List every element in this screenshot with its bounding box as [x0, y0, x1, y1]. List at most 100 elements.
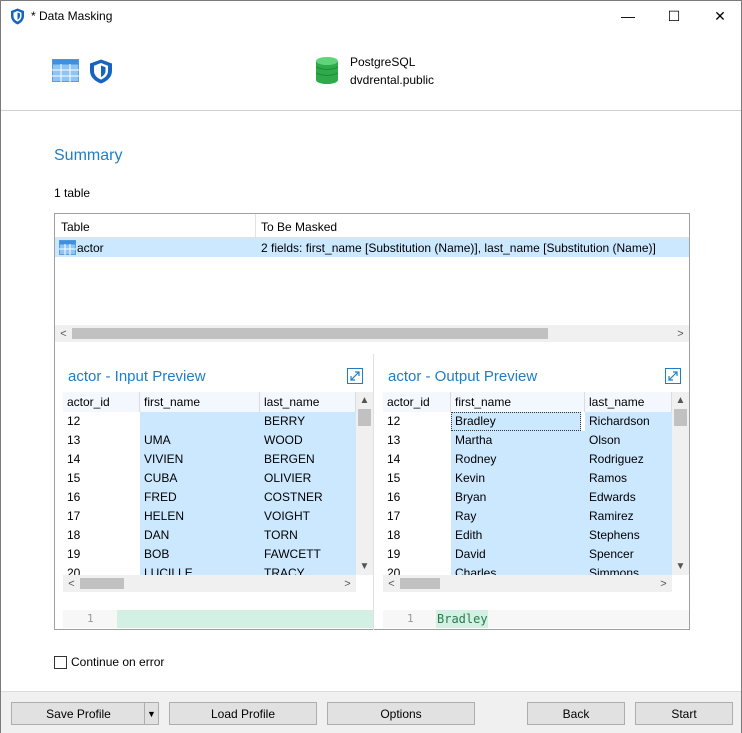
table-row[interactable]: actor 2 fields: first_name [Substitution… [55, 238, 689, 257]
expand-icon[interactable] [665, 368, 681, 384]
table-row[interactable]: 18 DAN TORN [63, 526, 356, 545]
close-button[interactable]: ✕ [697, 1, 742, 31]
title-bar: * Data Masking — ☐ ✕ [1, 1, 741, 31]
scrollbar-thumb[interactable] [72, 328, 548, 339]
column-divider[interactable] [255, 214, 256, 238]
table-row[interactable]: 13 UMA WOOD [63, 431, 356, 450]
first-name-cell: Ray [451, 507, 585, 526]
scroll-right-icon[interactable]: > [655, 575, 672, 592]
actor-id-cell: 18 [387, 528, 401, 542]
last-name-cell: Richardson [585, 412, 672, 431]
table-row[interactable]: 14 VIVIEN BERGEN [63, 450, 356, 469]
load-profile-button[interactable]: Load Profile [169, 702, 317, 725]
column-header-actor-id[interactable]: actor_id [383, 392, 451, 412]
actor-id-cell: 14 [387, 452, 401, 466]
first-name-cell: HELEN [140, 507, 260, 526]
scrollbar-thumb[interactable] [674, 409, 687, 426]
column-header-actor-id[interactable]: actor_id [63, 392, 140, 412]
table-row[interactable]: 12 Bradley Richardson [383, 412, 672, 431]
editor-highlight [117, 610, 373, 628]
output-preview-title: actor - Output Preview [388, 368, 538, 385]
scroll-up-icon[interactable]: ▲ [356, 392, 373, 409]
data-masking-window: * Data Masking — ☐ ✕ PostgreSQL dvdrenta… [0, 0, 742, 733]
expand-icon[interactable] [347, 368, 363, 384]
column-header-first-name[interactable]: first_name [451, 392, 585, 412]
line-number: 1 [87, 612, 94, 625]
save-profile-button[interactable]: Save Profile ▼ [11, 702, 159, 725]
dropdown-arrow-icon[interactable]: ▼ [145, 703, 158, 724]
table-row[interactable]: 14 Rodney Rodriguez [383, 450, 672, 469]
first-name-cell: CUBA [140, 469, 260, 488]
window-title: * Data Masking [31, 9, 113, 23]
continue-on-error-checkbox[interactable] [54, 655, 67, 669]
table-row[interactable]: 13 Martha Olson [383, 431, 672, 450]
scroll-right-icon[interactable]: > [339, 575, 356, 592]
scroll-left-icon[interactable]: < [63, 575, 80, 592]
start-button[interactable]: Start [635, 702, 733, 725]
column-header-last-name[interactable]: last_name [260, 392, 356, 412]
page-title: Summary [54, 147, 123, 164]
maximize-icon: ☐ [667, 7, 681, 24]
first-name-cell: DAN [140, 526, 260, 545]
input-value-editor[interactable]: 1 [63, 610, 373, 628]
scroll-up-icon[interactable]: ▲ [672, 392, 689, 409]
table-icon [59, 240, 76, 255]
output-horizontal-scrollbar[interactable]: < > [383, 575, 672, 592]
database-icon [316, 57, 338, 84]
input-horizontal-scrollbar[interactable]: < > [63, 575, 356, 592]
column-header-to-be-masked[interactable]: To Be Masked [261, 220, 337, 234]
scroll-right-icon[interactable]: > [672, 325, 689, 342]
scrollbar-thumb[interactable] [358, 409, 371, 426]
shield-icon [11, 8, 24, 25]
summary-grid-header: Table To Be Masked [55, 214, 689, 238]
last-name-cell: Spencer [585, 545, 672, 564]
table-row[interactable]: 18 Edith Stephens [383, 526, 672, 545]
column-header-table[interactable]: Table [61, 220, 90, 234]
database-schema: dvdrental.public [350, 73, 435, 87]
maximize-button[interactable]: ☐ [651, 1, 697, 31]
options-button[interactable]: Options [327, 702, 475, 725]
first-name-cell [140, 412, 260, 431]
table-row[interactable]: 19 BOB FAWCETT [63, 545, 356, 564]
scroll-left-icon[interactable]: < [55, 325, 72, 342]
input-grid-header: actor_id first_name last_name [63, 392, 356, 412]
actor-id-cell: 17 [387, 509, 401, 523]
editor-text[interactable]: Bradley [437, 612, 488, 626]
table-row[interactable]: 16 FRED COSTNER [63, 488, 356, 507]
first-name-cell: Kevin [451, 469, 585, 488]
table-row[interactable]: 15 Kevin Ramos [383, 469, 672, 488]
first-name-cell: Rodney [451, 450, 585, 469]
table-icon [52, 59, 79, 82]
column-header-first-name[interactable]: first_name [140, 392, 260, 412]
scrollbar-thumb[interactable] [80, 578, 124, 589]
output-grid-header: actor_id first_name last_name [383, 392, 672, 412]
table-row[interactable]: 12 BERRY [63, 412, 356, 431]
actor-id-cell: 14 [67, 452, 81, 466]
scrollbar-thumb[interactable] [400, 578, 440, 589]
scroll-down-icon[interactable]: ▼ [356, 558, 373, 575]
last-name-cell: Ramos [585, 469, 672, 488]
input-vertical-scrollbar[interactable]: ▲ ▼ [356, 392, 373, 575]
summary-horizontal-scrollbar[interactable]: < > [55, 325, 689, 342]
scroll-down-icon[interactable]: ▼ [672, 558, 689, 575]
table-row[interactable]: 17 Ray Ramirez [383, 507, 672, 526]
output-vertical-scrollbar[interactable]: ▲ ▼ [672, 392, 689, 575]
last-name-cell: Stephens [585, 526, 672, 545]
actor-id-cell: 19 [387, 547, 401, 561]
table-row[interactable]: 15 CUBA OLIVIER [63, 469, 356, 488]
preview-splitter[interactable] [373, 354, 374, 630]
table-row[interactable]: 17 HELEN VOIGHT [63, 507, 356, 526]
actor-id-cell: 12 [387, 414, 401, 428]
table-row[interactable]: 19 David Spencer [383, 545, 672, 564]
output-value-editor[interactable]: 1 Bradley [383, 610, 689, 628]
table-row[interactable]: 16 Bryan Edwards [383, 488, 672, 507]
first-name-cell: VIVIEN [140, 450, 260, 469]
last-name-cell: TORN [260, 526, 356, 545]
minimize-button[interactable]: — [605, 1, 651, 31]
scroll-left-icon[interactable]: < [383, 575, 400, 592]
shield-icon [90, 59, 112, 84]
continue-on-error-option[interactable]: Continue on error [54, 655, 164, 669]
back-button[interactable]: Back [527, 702, 625, 725]
actor-id-cell: 16 [387, 490, 401, 504]
column-header-last-name[interactable]: last_name [585, 392, 672, 412]
